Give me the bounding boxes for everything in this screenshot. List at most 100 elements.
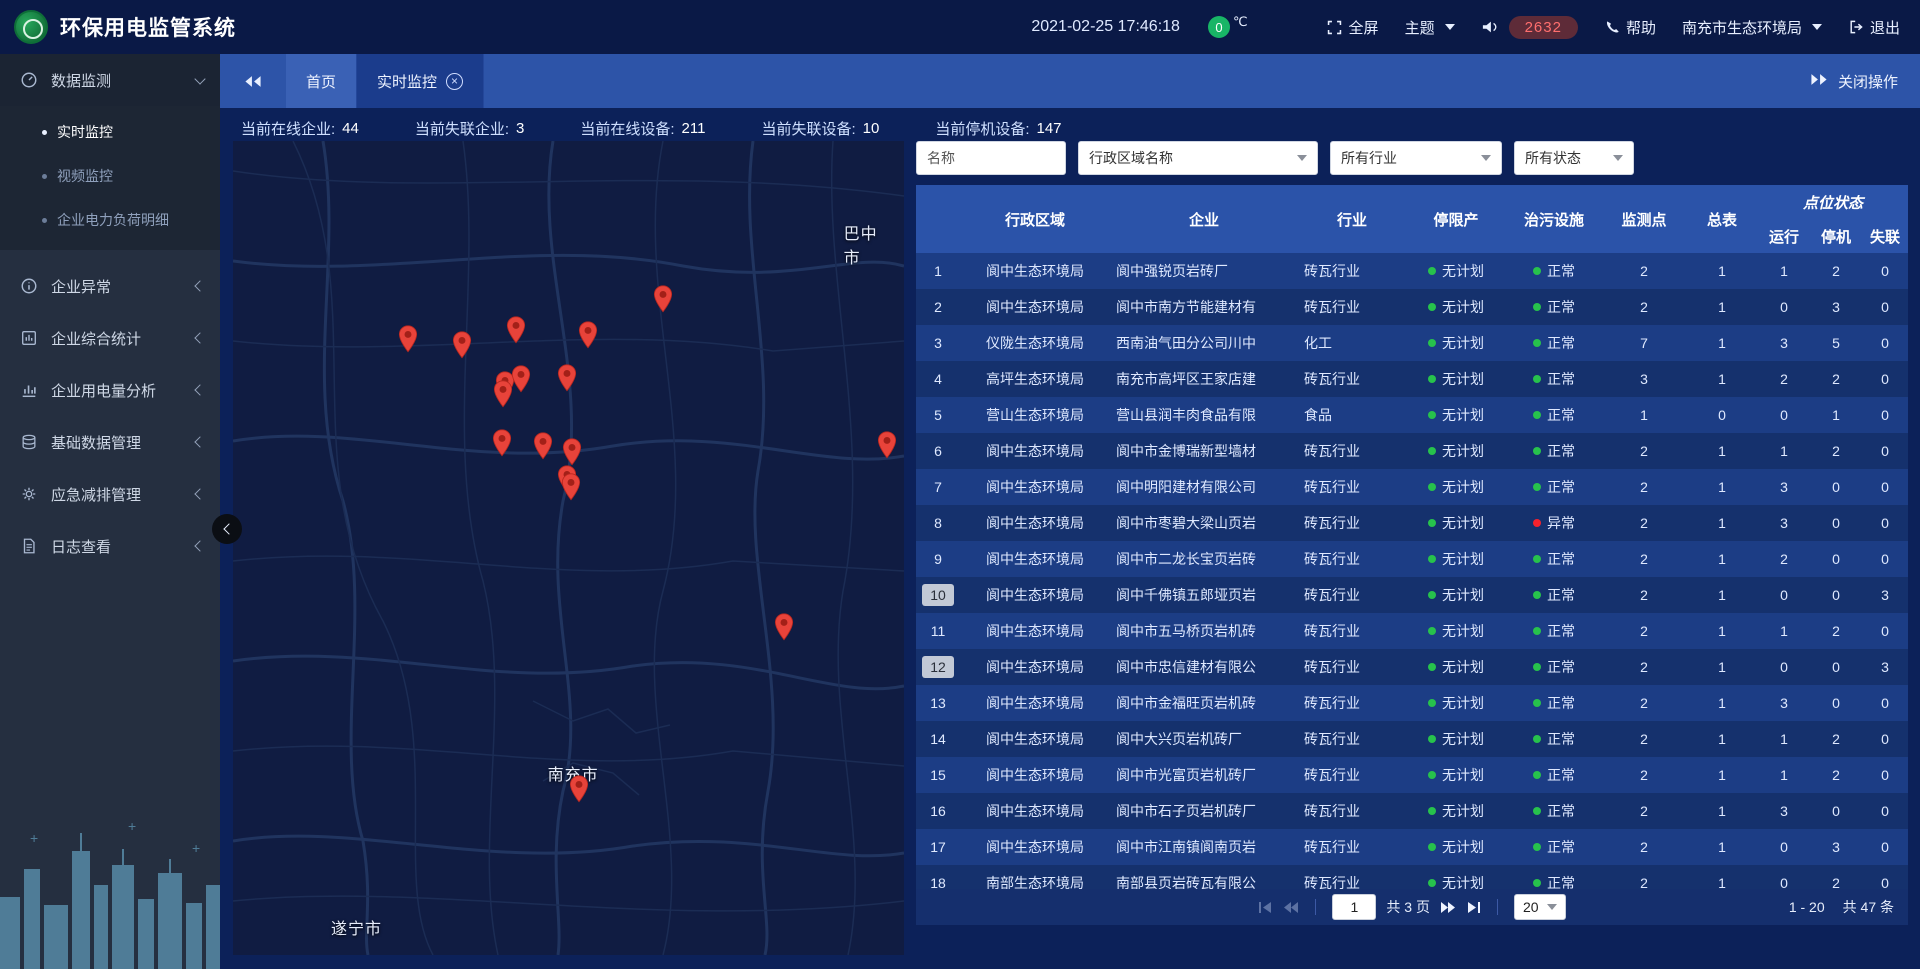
cell-disconnected: 0 xyxy=(1862,443,1908,459)
table-row[interactable]: 11 阆中生态环境局 阆中市五马桥页岩机砖 砖瓦行业 无计划 正常 2 1 1 … xyxy=(916,613,1908,649)
cell-monitor-points: 2 xyxy=(1602,767,1686,783)
page-size-select[interactable]: 20 xyxy=(1514,894,1566,920)
map-pin[interactable] xyxy=(578,321,598,354)
tab-home[interactable]: 首页 xyxy=(286,54,357,108)
table-row[interactable]: 17 阆中生态环境局 阆中市江南镇阆南页岩 砖瓦行业 无计划 正常 2 1 0 … xyxy=(916,829,1908,865)
name-search-input[interactable] xyxy=(916,141,1066,175)
industry-select[interactable]: 所有行业 xyxy=(1330,141,1502,175)
sidebar-submenu: 实时监控 视频监控 企业电力负荷明细 xyxy=(0,106,220,250)
table-row[interactable]: 4 高坪生态环境局 南充市高坪区王家店建 砖瓦行业 无计划 正常 3 1 2 2… xyxy=(916,361,1908,397)
sidebar-group-log-view[interactable]: 日志查看 xyxy=(0,520,220,572)
theme-dropdown[interactable]: 主题 xyxy=(1405,17,1455,38)
table-row[interactable]: 14 阆中生态环境局 阆中大兴页岩机砖厂 砖瓦行业 无计划 正常 2 1 1 2… xyxy=(916,721,1908,757)
cell-disconnected: 0 xyxy=(1862,695,1908,711)
sidebar-group-data-monitoring[interactable]: 数据监测 xyxy=(0,54,220,106)
next-page-button[interactable] xyxy=(1440,902,1456,913)
cell-production-status: 无计划 xyxy=(1406,657,1506,677)
map-panel[interactable]: 巴中市南充市遂宁市 xyxy=(233,141,904,955)
speaker-icon[interactable] xyxy=(1481,19,1499,35)
map-pin[interactable] xyxy=(492,429,512,462)
map-pin[interactable] xyxy=(511,365,531,398)
table-row[interactable]: 8 阆中生态环境局 阆中市枣碧大梁山页岩 砖瓦行业 无计划 异常 2 1 3 0… xyxy=(916,505,1908,541)
map-pin[interactable] xyxy=(506,316,526,349)
map-pin[interactable] xyxy=(653,285,673,318)
header-disconnected: 失联 xyxy=(1862,219,1908,253)
logout-button[interactable]: 退出 xyxy=(1848,17,1900,38)
cell-treatment-status: 正常 xyxy=(1506,261,1602,281)
table-row[interactable]: 18 南部生态环境局 南部县页岩砖瓦有限公 砖瓦行业 无计划 正常 2 1 0 … xyxy=(916,865,1908,889)
row-index: 2 xyxy=(929,299,947,315)
row-index: 10 xyxy=(922,584,954,606)
cell-company: 阆中市金福旺页岩机砖 xyxy=(1110,693,1298,713)
scroll-tabs-right-icon[interactable] xyxy=(1810,73,1828,90)
sidebar-item-realtime-monitor[interactable]: 实时监控 xyxy=(0,110,220,154)
map-pin[interactable] xyxy=(557,364,577,397)
fullscreen-button[interactable]: 全屏 xyxy=(1326,17,1379,38)
collapse-sidebar-button[interactable] xyxy=(212,514,242,544)
prev-page-button[interactable] xyxy=(1283,902,1299,913)
cell-disconnected: 0 xyxy=(1862,335,1908,351)
sidebar-item-power-load-detail[interactable]: 企业电力负荷明细 xyxy=(0,198,220,242)
sidebar-group-emergency-reduction[interactable]: 应急减排管理 xyxy=(0,468,220,520)
range-label: 1 - 20 xyxy=(1789,899,1825,915)
table-row[interactable]: 16 阆中生态环境局 阆中市石子页岩机砖厂 砖瓦行业 无计划 正常 2 1 3 … xyxy=(916,793,1908,829)
cell-production-status: 无计划 xyxy=(1406,369,1506,389)
row-index: 15 xyxy=(929,767,947,783)
map-pin[interactable] xyxy=(493,380,513,413)
stat-label: 当前失联企业: xyxy=(415,118,509,139)
status-dot xyxy=(1428,807,1436,815)
table-row[interactable]: 7 阆中生态环境局 阆中明阳建材有限公司 砖瓦行业 无计划 正常 2 1 3 0… xyxy=(916,469,1908,505)
map-pin[interactable] xyxy=(774,613,794,646)
table-row[interactable]: 3 仪陇生态环境局 西南油气田分公司川中 化工 无计划 正常 7 1 3 5 0 xyxy=(916,325,1908,361)
map-pin[interactable] xyxy=(561,473,581,506)
status-select[interactable]: 所有状态 xyxy=(1514,141,1634,175)
cell-production-status: 无计划 xyxy=(1406,333,1506,353)
sidebar-group-company-abnormal[interactable]: 企业异常 xyxy=(0,260,220,312)
table-row[interactable]: 15 阆中生态环境局 阆中市光富页岩机砖厂 砖瓦行业 无计划 正常 2 1 1 … xyxy=(916,757,1908,793)
table-row[interactable]: 1 阆中生态环境局 阆中强锐页岩砖厂 砖瓦行业 无计划 正常 2 1 1 2 0 xyxy=(916,253,1908,289)
cell-stopped: 2 xyxy=(1810,623,1862,639)
sidebar-group-power-analysis[interactable]: 企业用电量分析 xyxy=(0,364,220,416)
table-row[interactable]: 13 阆中生态环境局 阆中市金福旺页岩机砖 砖瓦行业 无计划 正常 2 1 3 … xyxy=(916,685,1908,721)
first-page-button[interactable] xyxy=(1258,902,1273,913)
cell-running: 1 xyxy=(1758,623,1810,639)
table-row[interactable]: 9 阆中生态环境局 阆中市二龙长宝页岩砖 砖瓦行业 无计划 正常 2 1 2 0… xyxy=(916,541,1908,577)
cell-running: 1 xyxy=(1758,767,1810,783)
sidebar-group-company-stats[interactable]: 企业综合统计 xyxy=(0,312,220,364)
cell-industry: 砖瓦行业 xyxy=(1298,657,1406,677)
table-row[interactable]: 6 阆中生态环境局 阆中市金博瑞新型墙材 砖瓦行业 无计划 正常 2 1 1 2… xyxy=(916,433,1908,469)
gear-icon xyxy=(20,484,40,504)
page-number-input[interactable] xyxy=(1332,894,1376,920)
map-pin[interactable] xyxy=(569,775,589,808)
sidebar-group-base-data[interactable]: 基础数据管理 xyxy=(0,416,220,468)
cell-monitor-points: 2 xyxy=(1602,839,1686,855)
region-select[interactable]: 行政区域名称 xyxy=(1078,141,1318,175)
tab-realtime-monitor[interactable]: 实时监控 × xyxy=(357,54,484,108)
alarm-count-badge[interactable]: 2632 xyxy=(1509,16,1578,39)
sidebar-item-video-monitor[interactable]: 视频监控 xyxy=(0,154,220,198)
sidebar-item-label: 视频监控 xyxy=(57,166,113,186)
last-page-button[interactable] xyxy=(1466,902,1481,913)
cell-treatment-status: 正常 xyxy=(1506,621,1602,641)
close-operations-button[interactable]: 关闭操作 xyxy=(1810,71,1920,92)
scroll-tabs-left-icon[interactable] xyxy=(244,75,262,88)
cell-company: 阆中市五马桥页岩机砖 xyxy=(1110,621,1298,641)
cell-treatment-status: 正常 xyxy=(1506,369,1602,389)
map-pin[interactable] xyxy=(452,331,472,364)
cell-treatment-status: 正常 xyxy=(1506,585,1602,605)
close-tab-icon[interactable]: × xyxy=(446,73,463,90)
table-row[interactable]: 2 阆中生态环境局 阆中市南方节能建材有 砖瓦行业 无计划 正常 2 1 0 3… xyxy=(916,289,1908,325)
map-pin[interactable] xyxy=(877,431,897,464)
cell-production-status: 无计划 xyxy=(1406,765,1506,785)
map-pin[interactable] xyxy=(398,325,418,358)
table-row[interactable]: 5 营山生态环境局 营山县润丰肉食品有限 食品 无计划 正常 1 0 0 1 0 xyxy=(916,397,1908,433)
status-dot xyxy=(1533,411,1541,419)
brand: 环保用电监管系统 xyxy=(0,10,236,44)
table-row[interactable]: 12 阆中生态环境局 阆中市忠信建材有限公 砖瓦行业 无计划 正常 2 1 0 … xyxy=(916,649,1908,685)
map-pin[interactable] xyxy=(533,432,553,465)
info-icon xyxy=(20,276,40,296)
org-dropdown[interactable]: 南充市生态环境局 xyxy=(1682,17,1822,38)
help-button[interactable]: 帮助 xyxy=(1604,17,1656,38)
table-row[interactable]: 10 阆中生态环境局 阆中千佛镇五郎垭页岩 砖瓦行业 无计划 正常 2 1 0 … xyxy=(916,577,1908,613)
cell-total-meters: 1 xyxy=(1686,875,1758,889)
